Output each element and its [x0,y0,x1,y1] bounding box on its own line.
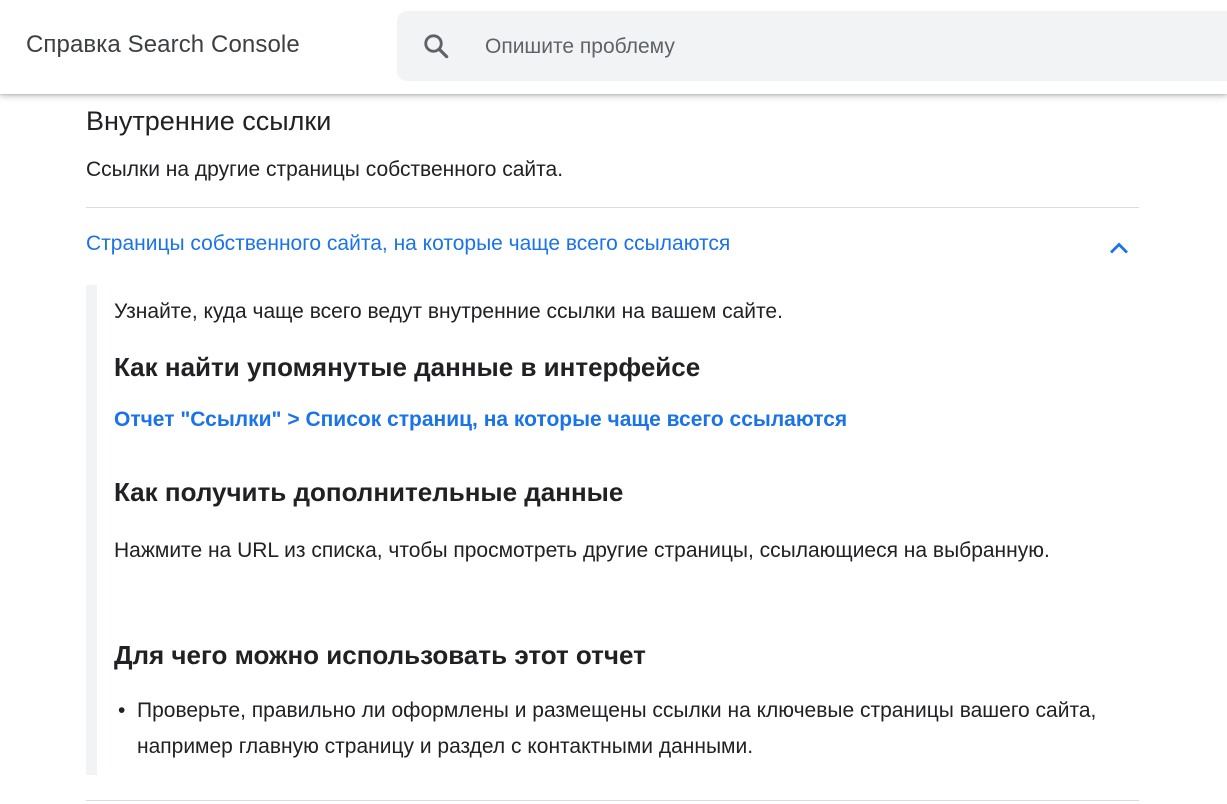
usage-heading: Для чего можно использовать этот отчет [114,640,646,670]
accordion-toggle[interactable]: Страницы собственного сайта, на которые … [86,222,1139,272]
section-title: Внутренние ссылки [86,106,332,136]
list-item: • Проверьте, правильно ли оформлены и ра… [114,693,1124,765]
divider [86,800,1139,801]
section-description: Ссылки на другие страницы собственного с… [86,158,564,181]
search-box[interactable] [397,11,1227,81]
panel-intro: Узнайте, куда чаще всего ведут внутренни… [114,300,783,323]
search-input[interactable] [483,31,1087,63]
list-item-text: Проверьте, правильно ли оформлены и разм… [137,699,1097,758]
find-data-heading: Как найти упомянутые данные в интерфейсе [114,352,701,382]
article-content: Внутренние ссылки Ссылки на другие стран… [0,94,1227,804]
divider [86,207,1139,208]
more-data-heading: Как получить дополнительные данные [114,477,624,507]
top-bar: Справка Search Console [0,0,1227,94]
bullet: • [118,699,126,722]
search-icon[interactable] [421,31,451,61]
links-report-link[interactable]: Отчет "Ссылки" > Список страниц, на кото… [114,408,847,432]
app-title[interactable]: Справка Search Console [26,31,300,59]
more-data-text: Нажмите на URL из списка, чтобы просмотр… [114,539,1050,562]
usage-list: • Проверьте, правильно ли оформлены и ра… [114,693,1124,765]
chevron-up-icon[interactable] [1107,236,1131,260]
accordion-title[interactable]: Страницы собственного сайта, на которые … [86,232,730,256]
accordion-panel: Узнайте, куда чаще всего ведут внутренни… [86,285,1139,775]
